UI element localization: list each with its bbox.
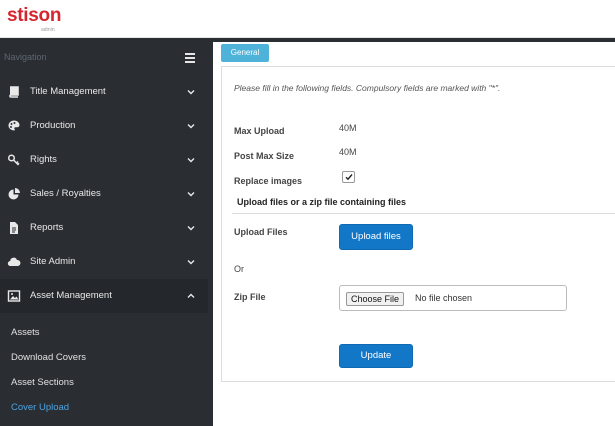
chevron-down-icon	[187, 124, 195, 129]
sidebar-item-reports[interactable]: Reports	[0, 211, 208, 245]
post-max-size-value: 40M	[339, 147, 357, 157]
sidebar-subitem-download-covers[interactable]: Download Covers	[0, 345, 208, 370]
palette-icon	[8, 120, 20, 131]
sidebar-item-label: Site Admin	[30, 256, 76, 267]
upload-files-button[interactable]: Upload files	[339, 224, 413, 250]
image-icon	[7, 290, 21, 302]
sidebar-subitem-cover-upload[interactable]: Cover Upload	[0, 395, 208, 420]
post-max-size-label: Post Max Size	[234, 151, 295, 161]
book-icon	[9, 86, 19, 98]
chevron-down-icon	[187, 90, 195, 95]
zip-file-label: Zip File	[234, 292, 266, 302]
upload-section-title: Upload files or a zip file containing fi…	[237, 197, 407, 207]
sidebar-subitem-label: Asset Sections	[11, 377, 74, 388]
sidebar-header: Navigation	[0, 38, 208, 76]
sidebar-item-asset-management[interactable]: Asset Management	[0, 279, 208, 313]
sidebar-item-title-management[interactable]: Title Management	[0, 75, 208, 109]
sidebar-item-label: Asset Management	[30, 290, 112, 301]
sidebar-item-sales-royalties[interactable]: Sales / Royalties	[0, 177, 208, 211]
zip-file-input[interactable]: Choose File No file chosen	[339, 285, 567, 311]
pie-chart-icon	[8, 188, 20, 200]
form-instructions: Please fill in the following fields. Com…	[234, 83, 501, 93]
section-divider	[232, 213, 615, 214]
sidebar: Navigation Title Management Production R…	[0, 38, 208, 426]
menu-toggle-button[interactable]	[170, 44, 208, 72]
top-bar: stison admin	[0, 0, 615, 38]
sidebar-item-label: Sales / Royalties	[30, 188, 101, 199]
check-icon	[345, 174, 353, 181]
chevron-down-icon	[187, 158, 195, 163]
chevron-down-icon	[187, 260, 195, 265]
chevron-down-icon	[187, 226, 195, 231]
upload-form-panel: Please fill in the following fields. Com…	[221, 66, 615, 382]
chevron-down-icon	[187, 192, 195, 197]
sidebar-item-label: Production	[30, 120, 76, 131]
sidebar-title: Navigation	[4, 52, 47, 62]
key-icon	[7, 154, 20, 166]
upload-files-label: Upload Files	[234, 227, 288, 237]
tab-general[interactable]: General	[221, 44, 269, 62]
sidebar-subitem-asset-sections[interactable]: Asset Sections	[0, 370, 208, 395]
choose-file-button[interactable]: Choose File	[346, 292, 405, 306]
hamburger-icon	[185, 53, 195, 55]
sidebar-item-label: Title Management	[30, 86, 106, 97]
or-separator: Or	[234, 264, 244, 274]
chevron-up-icon	[187, 293, 195, 298]
sidebar-subitem-label: Download Covers	[11, 352, 86, 363]
sidebar-subitem-label: Cover Upload	[11, 402, 70, 413]
max-upload-label: Max Upload	[234, 126, 285, 136]
sidebar-item-site-admin[interactable]: Site Admin	[0, 245, 208, 279]
hamburger-icon	[185, 61, 195, 63]
header-strip	[208, 38, 615, 42]
sidebar-scrollbar[interactable]	[208, 38, 213, 426]
sidebar-subitem-label: Assets	[11, 327, 40, 338]
sidebar-item-label: Rights	[30, 154, 57, 165]
brand-logo-sub: admin	[41, 27, 55, 33]
document-icon	[10, 222, 18, 234]
file-status-text: No file chosen	[415, 293, 473, 303]
hamburger-icon	[185, 57, 195, 59]
replace-images-checkbox[interactable]	[342, 171, 355, 183]
sidebar-item-rights[interactable]: Rights	[0, 143, 208, 177]
update-button[interactable]: Update	[339, 344, 413, 368]
cloud-icon	[7, 257, 21, 267]
max-upload-value: 40M	[339, 123, 357, 133]
replace-images-label: Replace images	[234, 176, 303, 186]
sidebar-item-label: Reports	[30, 222, 64, 233]
sidebar-item-production[interactable]: Production	[0, 109, 208, 143]
brand-logo[interactable]: stison	[7, 6, 61, 26]
sidebar-subitem-assets[interactable]: Assets	[0, 320, 208, 345]
